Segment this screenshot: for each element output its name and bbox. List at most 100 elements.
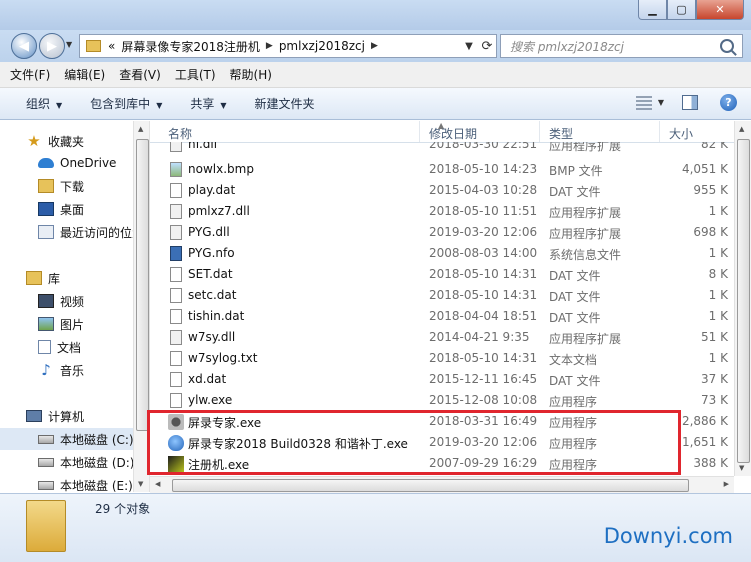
maximize-button[interactable]: ▢ [667,0,696,20]
breadcrumb-current[interactable]: pmlxzj2018zcj [276,39,368,53]
document-icon [38,340,51,354]
horizontal-scroll-thumb[interactable] [172,479,689,492]
column-name[interactable]: 名称 [168,125,192,142]
file-row[interactable]: PYG.dll 2019-03-20 12:06 应用程序扩展 698 K [150,222,734,243]
include-label: 包含到库中 [90,97,151,111]
nav-favorites[interactable]: ★ 收藏夹 [0,130,133,152]
nav-recent-places[interactable]: 最近访问的位置 [0,221,133,243]
file-row[interactable]: SET.dat 2018-05-10 14:31 DAT 文件 8 K [150,264,734,285]
file-row[interactable]: pmlxz7.dll 2018-05-10 11:51 应用程序扩展 1 K [150,201,734,222]
breadcrumb-parent[interactable]: 屏幕录像专家2018注册机 [118,38,263,55]
file-row[interactable]: PYG.nfo 2008-08-03 14:00 系统信息文件 1 K [150,243,734,264]
file-row[interactable]: nowlx.bmp 2018-05-10 14:23 BMP 文件 4,051 K [150,159,734,180]
search-box[interactable]: 搜索 pmlxzj2018zcj [500,34,743,58]
address-dropdown-icon[interactable]: ▼ [460,41,478,52]
nav-drive-c[interactable]: 本地磁盘 (C:) [0,428,133,450]
menu-tools[interactable]: 工具(T) [175,66,216,83]
views-icon[interactable] [635,95,652,110]
file-row[interactable]: xd.dat 2015-12-11 16:45 DAT 文件 37 K [150,369,734,390]
view-tools: ▼ ? [635,94,737,111]
nav-onedrive[interactable]: OneDrive [0,152,133,174]
vertical-scroll-thumb[interactable] [737,139,750,463]
file-size: 8 K [708,267,728,281]
share-button[interactable]: 共享 ▼ [190,95,226,112]
back-button[interactable]: ◀ [11,33,37,59]
file-row[interactable]: nf.dll 2018-03-30 22:51 应用程序扩展 82 K [150,142,734,155]
menu-view[interactable]: 查看(V) [119,66,161,83]
chevron-right-icon[interactable]: ▶ [263,41,276,51]
nav-scroll-thumb[interactable] [136,139,149,431]
file-row[interactable]: w7sy.dll 2014-04-21 9:35 应用程序扩展 51 K [150,327,734,348]
file-date: 2018-05-10 14:31 [429,288,538,302]
refresh-icon[interactable]: ⟳ [478,39,496,54]
nav-videos[interactable]: 视频 [0,290,133,312]
search-input[interactable]: 搜索 pmlxzj2018zcj [501,38,720,55]
file-row[interactable]: 屏录专家.exe 2018-03-31 16:49 应用程序 2,886 K [150,411,734,432]
scroll-right-icon[interactable]: ▶ [724,480,729,488]
organize-button[interactable]: 组织 ▼ [26,95,62,112]
file-type: 应用程序扩展 [549,227,622,241]
file-row[interactable]: tishin.dat 2018-04-04 18:51 DAT 文件 1 K [150,306,734,327]
chevron-right-icon[interactable]: ▶ [368,41,381,51]
scroll-up-icon[interactable]: ▲ [739,125,744,133]
scroll-up-icon[interactable]: ▲ [138,125,143,133]
details-pane: 29 个对象 Downyi.com [0,493,751,562]
nav-desktop[interactable]: 桌面 [0,198,133,220]
new-folder-button[interactable]: 新建文件夹 [255,95,315,112]
menu-edit[interactable]: 编辑(E) [64,66,105,83]
nav-drive-d[interactable]: 本地磁盘 (D:) [0,451,133,473]
nav-label: 本地磁盘 (E:) [60,478,133,493]
folder-icon [38,179,54,193]
folder-icon [86,40,101,52]
address-bar[interactable]: « 屏幕录像专家2018注册机 ▶ pmlxzj2018zcj ▶ ▼ ⟳ [79,34,497,58]
recent-pages-dropdown[interactable]: ▼ [66,40,72,49]
scroll-left-icon[interactable]: ◀ [155,480,160,488]
forward-button[interactable]: ▶ [39,33,65,59]
nav-label: OneDrive [60,156,117,170]
minimize-button[interactable]: ▁ [638,0,667,20]
menu-help[interactable]: 帮助(H) [230,66,272,83]
file-size: 1 K [708,246,728,260]
menu-file[interactable]: 文件(F) [10,66,50,83]
nav-downloads[interactable]: 下载 [0,175,133,197]
organize-label: 组织 [26,97,51,111]
close-button[interactable]: ✕ [696,0,744,20]
address-tools: ▼ ⟳ [460,35,496,57]
navigation-pane: ★ 收藏夹 OneDrive 下载 桌面 最近访问的位置 库 视频 图片 文档 ♪… [0,121,133,492]
column-date[interactable]: 修改日期 [429,125,477,142]
preview-pane-icon[interactable] [682,95,698,110]
file-list-vertical-scrollbar[interactable]: ▲ ▼ [734,121,751,476]
nav-music[interactable]: ♪ 音乐 [0,359,133,381]
nav-computer[interactable]: 计算机 [0,405,133,427]
nav-label: 图片 [60,317,85,332]
dll-file-icon [170,330,182,345]
file-row[interactable]: w7sylog.txt 2018-05-10 14:31 文本文档 1 K [150,348,734,369]
column-type[interactable]: 类型 [549,125,573,142]
nav-drive-e[interactable]: 本地磁盘 (E:) [0,474,133,492]
file-row[interactable]: 注册机.exe 2007-09-29 16:29 应用程序 388 K [150,453,734,474]
nav-scrollbar[interactable]: ▲ ▼ [133,121,150,492]
file-size: 51 K [701,330,728,344]
file-list-horizontal-scrollbar[interactable]: ◀ ▶ [150,476,734,494]
file-row[interactable]: ylw.exe 2015-12-08 10:08 应用程序 73 K [150,390,734,411]
computer-icon [26,410,42,422]
address-row: ◀ ▶ ▼ « 屏幕录像专家2018注册机 ▶ pmlxzj2018zcj ▶ … [0,30,751,62]
nav-documents[interactable]: 文档 [0,336,133,358]
scroll-down-icon[interactable]: ▼ [138,480,143,488]
file-row[interactable]: 屏录专家2018 Build0328 和谐补丁.exe 2019-03-20 12… [150,432,734,453]
file-row[interactable]: play.dat 2015-04-03 10:28 DAT 文件 955 K [150,180,734,201]
scroll-down-icon[interactable]: ▼ [739,464,744,472]
nav-pictures[interactable]: 图片 [0,313,133,335]
file-row[interactable]: setc.dat 2018-05-10 14:31 DAT 文件 1 K [150,285,734,306]
chevron-down-icon[interactable]: ▼ [658,98,664,107]
file-date: 2014-04-21 9:35 [429,330,530,344]
search-icon[interactable] [720,39,734,53]
explorer-window: ▁ ▢ ✕ ◀ ▶ ▼ « 屏幕录像专家2018注册机 ▶ pmlxzj2018… [0,0,751,562]
help-icon[interactable]: ? [720,94,737,111]
breadcrumb-overflow[interactable]: « [105,39,118,53]
nav-libraries[interactable]: 库 [0,267,133,289]
column-size[interactable]: 大小 [669,125,693,142]
file-icon [170,288,182,303]
star-icon: ★ [27,132,41,150]
include-in-library-button[interactable]: 包含到库中 ▼ [90,95,162,112]
